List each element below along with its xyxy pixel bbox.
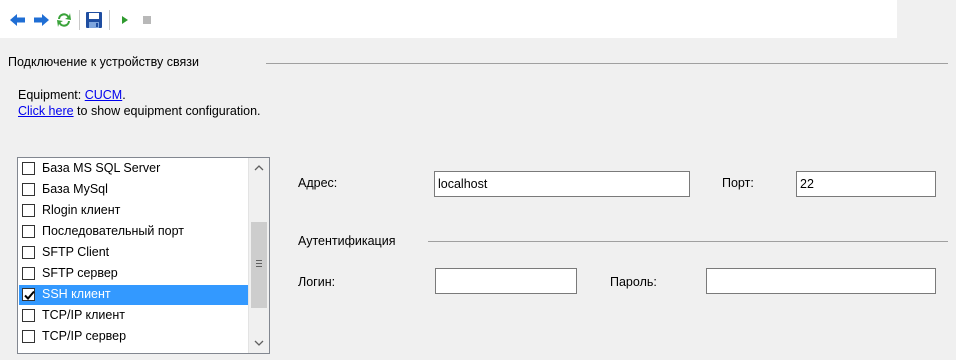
show-config-text: to show equipment configuration. (73, 104, 261, 118)
arrow-left-icon (10, 14, 25, 26)
list-item-label: SFTP сервер (42, 266, 118, 280)
login-field[interactable] (435, 268, 577, 294)
list-item[interactable]: TCP/IP сервер (19, 327, 248, 347)
forward-button[interactable] (32, 11, 50, 29)
group-divider (266, 63, 948, 64)
show-config-line: Click here to show equipment configurati… (18, 104, 261, 118)
refresh-button[interactable] (55, 11, 73, 29)
checkbox[interactable] (22, 162, 35, 175)
list-item[interactable]: TCP/IP клиент (19, 306, 248, 326)
checkbox[interactable] (22, 267, 35, 280)
list-item-label: TCP/IP клиент (42, 308, 125, 322)
checkbox[interactable] (22, 225, 35, 238)
list-item-label: Последовательный порт (42, 224, 184, 238)
checkbox-checked[interactable] (22, 288, 35, 301)
list-item-label: SSH клиент (42, 287, 111, 301)
connection-type-list[interactable]: База MS SQL Server База MySql Rlogin кли… (17, 157, 270, 354)
toolbar-separator (79, 10, 80, 30)
arrow-right-icon (34, 14, 49, 26)
port-label: Порт: (722, 176, 754, 190)
play-icon (122, 16, 128, 24)
equipment-suffix: . (122, 88, 126, 102)
list-item[interactable]: SFTP сервер (19, 264, 248, 284)
list-item[interactable]: SFTP Client (19, 243, 248, 263)
chevron-down-icon (254, 340, 264, 346)
equipment-prefix: Equipment: (18, 88, 85, 102)
list-item-label: TCP/IP сервер (42, 329, 127, 343)
checkbox[interactable] (22, 246, 35, 259)
list-item-label: База MySql (42, 182, 108, 196)
scroll-thumb[interactable] (251, 222, 267, 308)
stop-button[interactable] (138, 11, 156, 29)
list-item[interactable]: Последовательный порт (19, 222, 248, 242)
chevron-up-icon (254, 165, 264, 171)
equipment-link[interactable]: CUCM (85, 88, 123, 102)
checkbox[interactable] (22, 183, 35, 196)
scroll-up-button[interactable] (249, 158, 269, 178)
port-field[interactable] (796, 171, 936, 197)
login-label: Логин: (298, 275, 336, 289)
list-item-label: База MS SQL Server (42, 161, 161, 175)
save-icon (86, 12, 102, 28)
scroll-down-button[interactable] (249, 333, 269, 353)
save-button[interactable] (85, 11, 103, 29)
checkmark-icon (24, 290, 35, 300)
list-item-selected[interactable]: SSH клиент (19, 285, 248, 305)
refresh-icon (57, 13, 71, 27)
vertical-scrollbar[interactable] (248, 158, 269, 353)
list-item[interactable]: Rlogin клиент (19, 201, 248, 221)
password-field[interactable] (706, 268, 936, 294)
toolbar (0, 0, 897, 38)
list-item[interactable]: База MySql (19, 180, 248, 200)
checkbox[interactable] (22, 204, 35, 217)
back-button[interactable] (9, 11, 27, 29)
address-field[interactable] (434, 171, 690, 197)
address-label: Адрес: (298, 176, 338, 190)
toolbar-separator (109, 10, 110, 30)
password-label: Пароль: (610, 275, 657, 289)
auth-divider (428, 241, 948, 242)
checkbox[interactable] (22, 330, 35, 343)
grip-icon (256, 260, 262, 267)
show-config-link[interactable]: Click here (18, 104, 74, 118)
stop-icon (143, 16, 151, 24)
list-item-label: SFTP Client (42, 245, 110, 259)
equipment-line: Equipment: CUCM. (18, 88, 126, 102)
checkbox[interactable] (22, 309, 35, 322)
list-item-label: Rlogin клиент (42, 203, 121, 217)
auth-group-title: Аутентификация (298, 234, 396, 248)
run-button[interactable] (116, 11, 134, 29)
list-item[interactable]: База MS SQL Server (19, 159, 248, 179)
connection-group-title: Подключение к устройству связи (8, 55, 199, 69)
